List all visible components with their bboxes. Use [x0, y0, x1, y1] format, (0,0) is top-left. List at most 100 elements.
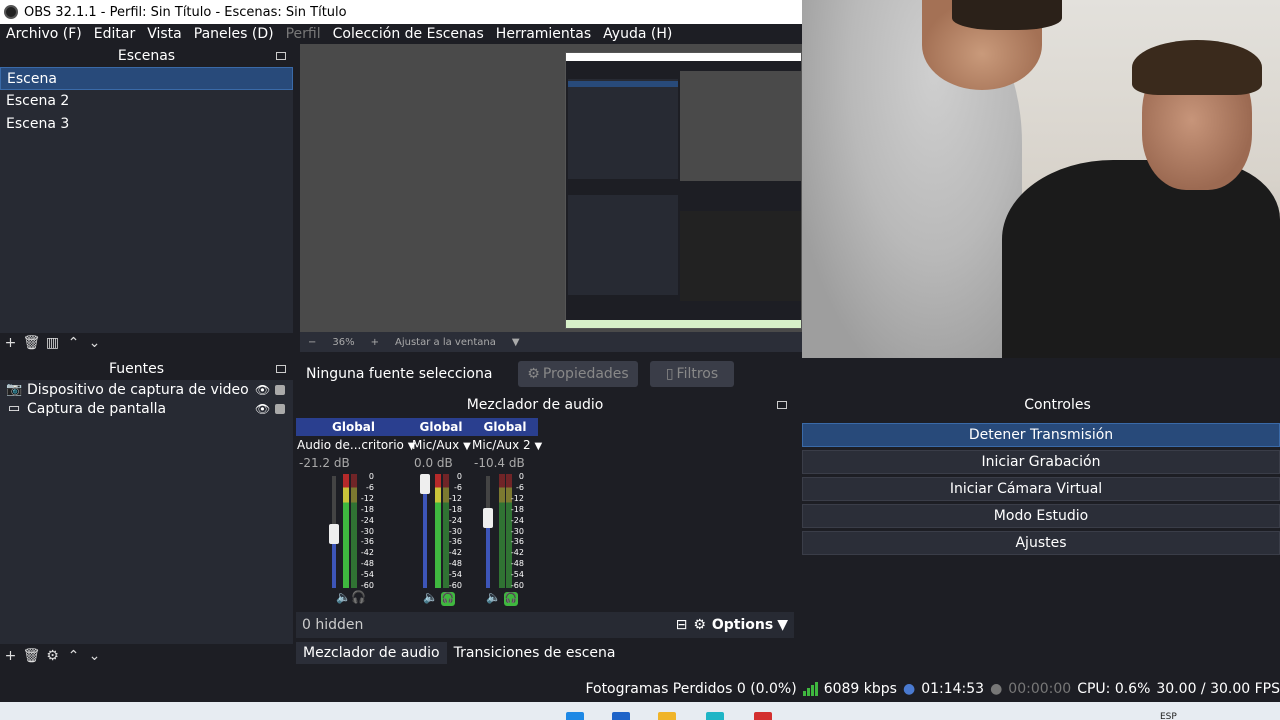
tab-mixer[interactable]: Mezclador de audio: [296, 642, 447, 664]
speaker-icon[interactable]: 🔈: [486, 590, 501, 604]
menu-editar[interactable]: Editar: [88, 26, 141, 42]
arrow-down-icon[interactable]: ⌄: [84, 335, 105, 351]
channel-name[interactable]: Mic/Aux ▼: [410, 436, 476, 454]
zoom-in-button[interactable]: +: [371, 337, 379, 348]
eye-icon[interactable]: 👁: [255, 383, 270, 397]
obs-logo-icon: [4, 5, 18, 19]
mixer-channel: Global Mic/Aux 2 ▼ -10.4 dB: [472, 418, 542, 472]
dock-tabs: Mezclador de audio Transiciones de escen…: [296, 640, 794, 666]
options-button[interactable]: Options: [712, 617, 773, 633]
stop-stream-button[interactable]: Detener Transmisión: [802, 423, 1280, 447]
lock-icon[interactable]: [275, 404, 285, 414]
filters-button[interactable]: ▯ Filtros: [650, 361, 734, 387]
taskbar-app-icon[interactable]: [754, 712, 772, 720]
source-item[interactable]: 📷 Dispositivo de captura de video 👁: [0, 380, 293, 399]
channel-name-text: Mic/Aux 2: [472, 438, 531, 452]
volume-fader-knob[interactable]: [329, 524, 339, 544]
headphones-off-icon[interactable]: 🎧: [351, 590, 366, 604]
zoom-out-button[interactable]: −: [308, 337, 316, 348]
taskbar-app-icon[interactable]: [612, 712, 630, 720]
trash-icon[interactable]: 🗑: [21, 648, 42, 664]
menu-archivo[interactable]: Archivo (F): [0, 26, 88, 42]
start-recording-button[interactable]: Iniciar Grabación: [802, 450, 1280, 474]
filter-icon[interactable]: ▥: [42, 335, 63, 351]
menu-ayuda[interactable]: Ayuda (H): [597, 26, 678, 42]
scale-tick: -48: [360, 559, 374, 569]
source-label: Dispositivo de captura de video: [27, 381, 249, 398]
trash-icon[interactable]: 🗑: [21, 335, 42, 351]
channel-name-text: Mic/Aux: [412, 438, 460, 452]
float-icon[interactable]: [777, 401, 787, 409]
controls-title: Controles: [1024, 397, 1091, 413]
camera-icon: 📷: [6, 382, 23, 397]
menu-vista[interactable]: Vista: [141, 26, 188, 42]
gear-icon[interactable]: ⚙: [42, 648, 63, 664]
title-bar: OBS 32.1.1 - Perfil: Sin Título - Escena…: [0, 0, 802, 24]
gear-icon[interactable]: ⚙: [693, 617, 706, 633]
scale-tick: -12: [360, 493, 374, 503]
preview-canvas[interactable]: [300, 44, 802, 332]
menu-paneles[interactable]: Paneles (D): [188, 26, 280, 42]
plus-icon[interactable]: +: [0, 648, 21, 664]
headphones-icon[interactable]: 🎧: [440, 592, 455, 606]
no-source-label: Ninguna fuente selecciona: [306, 366, 493, 382]
scale-tick: -54: [360, 570, 374, 580]
lock-icon[interactable]: [275, 385, 285, 395]
menu-herramientas[interactable]: Herramientas: [490, 26, 597, 42]
headphones-icon[interactable]: 🎧: [503, 592, 518, 606]
speaker-icon[interactable]: 🔈: [423, 590, 438, 604]
db-scale: 0 -6 -12 -18 -24 -30 -36 -42 -48 -54 -60: [448, 472, 462, 592]
scale-tick: -12: [448, 493, 462, 503]
layout-toggle-icon[interactable]: ⊟: [676, 617, 688, 633]
scene-item[interactable]: Escena 3: [0, 113, 293, 136]
menu-perfil: Perfil: [285, 26, 321, 42]
chevron-down-icon[interactable]: ▼: [535, 441, 543, 452]
language-indicator[interactable]: ESP: [1160, 712, 1177, 720]
scene-item[interactable]: Escena: [0, 67, 293, 90]
browser-icon[interactable]: [706, 712, 724, 720]
windows-start-icon[interactable]: [566, 712, 584, 720]
scale-tick: 0: [456, 472, 462, 481]
channel-name[interactable]: Audio de...critorio ▼: [296, 436, 415, 454]
settings-button[interactable]: Ajustes: [802, 531, 1280, 555]
nested-bottom-bar: [566, 320, 801, 328]
preview-toolbar: − 36% + Ajustar a la ventana ▼: [300, 332, 802, 352]
scale-tick: -54: [448, 570, 462, 580]
mixer-channel: Global Mic/Aux ▼ 0.0 dB: [410, 418, 476, 472]
arrow-down-icon[interactable]: ⌄: [84, 648, 105, 664]
volume-fader-knob[interactable]: [483, 508, 493, 528]
audio-mixer: Global Audio de...critorio ▼ -21.2 dB 0-…: [296, 418, 794, 612]
start-virtual-camera-button[interactable]: Iniciar Cámara Virtual: [802, 477, 1280, 501]
source-item[interactable]: ▭ Captura de pantalla 👁: [0, 399, 293, 418]
channel-name-text: Audio de...critorio: [297, 438, 404, 452]
arrow-up-icon[interactable]: ⌃: [63, 335, 84, 351]
properties-button[interactable]: ⚙ Propiedades: [518, 361, 638, 387]
float-icon[interactable]: [276, 52, 286, 60]
scale-tick: -18: [360, 504, 374, 514]
float-icon[interactable]: [276, 365, 286, 373]
studio-mode-button[interactable]: Modo Estudio: [802, 504, 1280, 528]
chevron-down-icon[interactable]: ▼: [777, 617, 788, 633]
record-time: 00:00:00: [1008, 681, 1072, 697]
arrow-up-icon[interactable]: ⌃: [63, 648, 84, 664]
fit-window-button[interactable]: Ajustar a la ventana: [395, 337, 496, 348]
tab-transitions[interactable]: Transiciones de escena: [447, 642, 623, 664]
controls-panel: Detener Transmisión Iniciar Grabación In…: [800, 418, 1280, 668]
volume-fader-knob[interactable]: [420, 474, 430, 494]
channel-name[interactable]: Mic/Aux 2 ▼: [472, 436, 542, 454]
chevron-down-icon[interactable]: ▼: [463, 441, 471, 452]
monitor-icon: ▭: [7, 401, 21, 416]
scale-tick: -48: [510, 559, 524, 569]
channel-tag: Global: [472, 418, 538, 436]
folder-icon[interactable]: [658, 712, 676, 720]
db-scale: 0 -6 -12 -18 -24 -30 -36 -42 -48 -54 -60: [510, 472, 524, 592]
menu-coleccion-escenas[interactable]: Colección de Escenas: [327, 26, 490, 42]
chevron-down-icon[interactable]: ▼: [512, 337, 520, 348]
webcam-overlay: [802, 0, 1280, 358]
eye-icon[interactable]: 👁: [255, 402, 270, 416]
source-label: Captura de pantalla: [27, 400, 167, 417]
plus-icon[interactable]: +: [0, 335, 21, 351]
speaker-icon[interactable]: 🔈: [336, 590, 351, 604]
filter-icon: ▯: [665, 366, 674, 382]
scene-item[interactable]: Escena 2: [0, 90, 293, 113]
